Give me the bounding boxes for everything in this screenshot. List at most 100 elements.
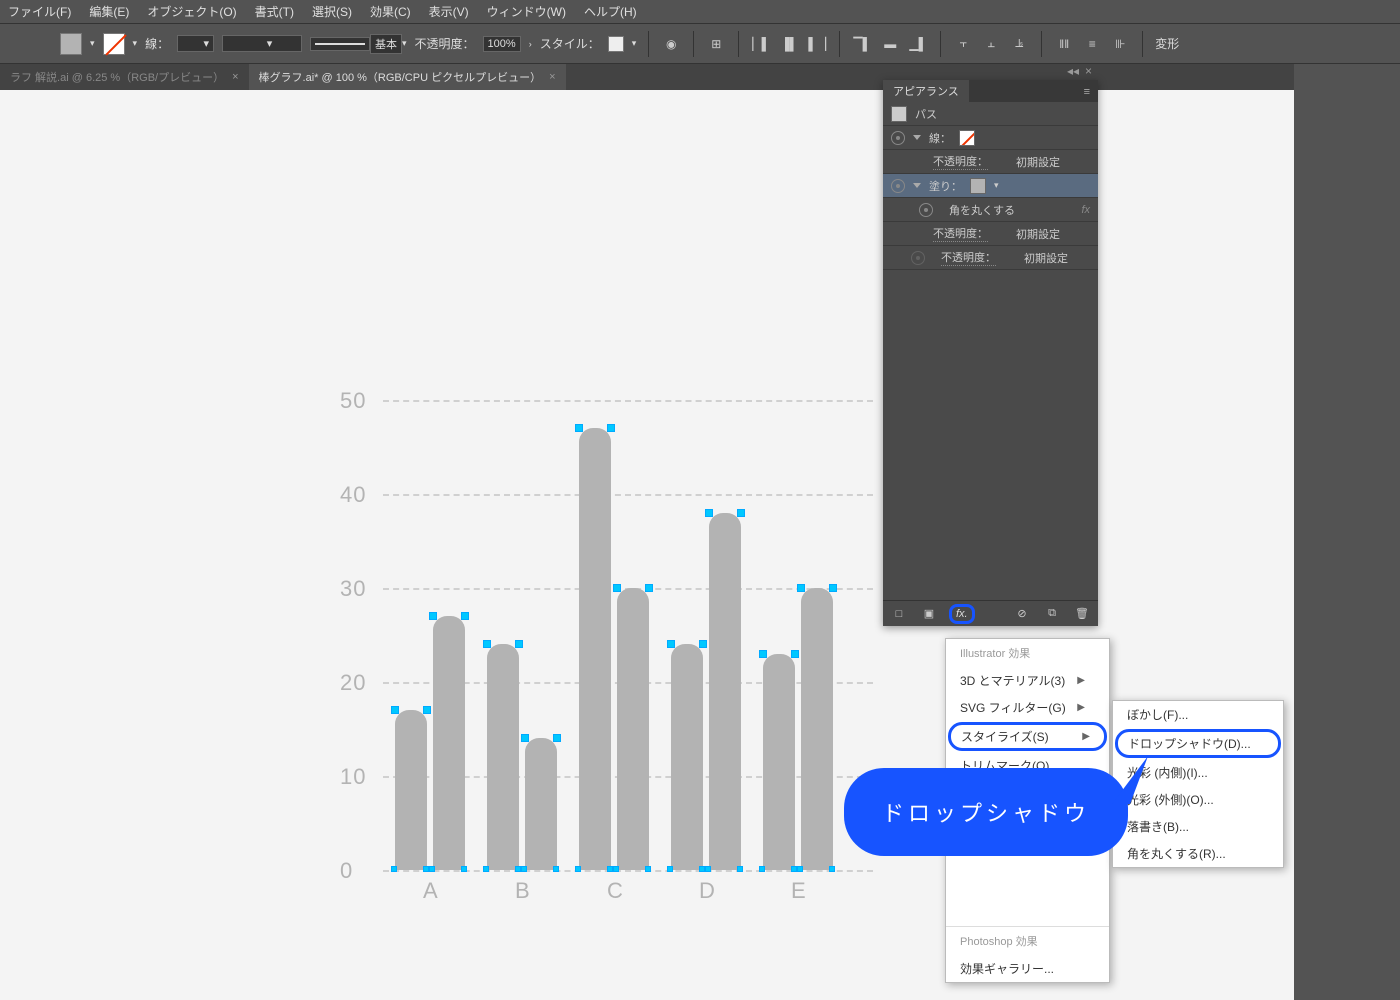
- appearance-stroke-row[interactable]: 線：: [883, 126, 1098, 150]
- submenu-round-corners[interactable]: 角を丸くする(R)...: [1113, 840, 1283, 867]
- visibility-icon[interactable]: [919, 203, 933, 217]
- visibility-icon[interactable]: [891, 179, 905, 193]
- stroke-swatch[interactable]: [103, 33, 125, 55]
- fill-color-swatch[interactable]: [970, 178, 986, 194]
- selection-handle[interactable]: [613, 866, 619, 872]
- chart-bar[interactable]: [487, 644, 519, 870]
- stroke-profile[interactable]: ▾: [222, 35, 302, 52]
- selection-handle[interactable]: [429, 866, 435, 872]
- menu-object[interactable]: オブジェクト(O): [147, 3, 236, 20]
- menu-effect[interactable]: 効果(C): [370, 3, 411, 20]
- selection-handle[interactable]: [391, 866, 397, 872]
- chart-bar[interactable]: [433, 616, 465, 870]
- align-right-icon[interactable]: ▌▕: [807, 34, 827, 54]
- collapse-icon[interactable]: ◂◂: [1067, 64, 1079, 78]
- menu-view[interactable]: 表示(V): [429, 3, 469, 20]
- panel-close-icon[interactable]: ×: [1085, 64, 1092, 78]
- chart-bar[interactable]: [395, 710, 427, 870]
- chart-bar[interactable]: [763, 654, 795, 870]
- distribute-v-icon[interactable]: ≡: [1082, 34, 1102, 54]
- transform-link[interactable]: 変形: [1155, 35, 1179, 52]
- menu-edit[interactable]: 編集(E): [89, 3, 129, 20]
- selection-handle[interactable]: [737, 866, 743, 872]
- clear-icon[interactable]: ⊘: [1012, 604, 1032, 624]
- gridline: [383, 400, 873, 402]
- chart-bar[interactable]: [579, 428, 611, 870]
- add-effect-button[interactable]: fx.: [949, 604, 975, 624]
- chart-bar[interactable]: [801, 588, 833, 870]
- selection-handle[interactable]: [797, 866, 803, 872]
- align-vcenter-icon[interactable]: ▬: [880, 34, 900, 54]
- fill-swatch[interactable]: [60, 33, 82, 55]
- menu-header-photoshop: Photoshop 効果: [946, 926, 1109, 955]
- chevron-down-icon[interactable]: [913, 183, 921, 188]
- selection-handle[interactable]: [667, 866, 673, 872]
- chevron-down-icon[interactable]: [913, 135, 921, 140]
- menu-help[interactable]: ヘルプ(H): [584, 3, 637, 20]
- y-tick-label: 10: [340, 764, 366, 790]
- menu-header-illustrator: Illustrator 効果: [946, 639, 1109, 667]
- menu-select[interactable]: 選択(S): [312, 3, 352, 20]
- stroke-weight[interactable]: ▾: [177, 35, 214, 52]
- selection-handle[interactable]: [829, 866, 835, 872]
- tab-doc2[interactable]: 棒グラフ.ai* @ 100 %（RGB/CPU ピクセルプレビュー）×: [249, 64, 566, 90]
- new-fill-icon[interactable]: ▣: [919, 604, 939, 624]
- submenu-blur[interactable]: ぼかし(F)...: [1113, 701, 1283, 728]
- distribute-icon-2[interactable]: ⫠: [981, 34, 1001, 54]
- tab-doc1[interactable]: ラフ 解説.ai @ 6.25 %（RGB/プレビュー）×: [0, 64, 249, 90]
- selection-handle[interactable]: [461, 866, 467, 872]
- appearance-opacity-row-1[interactable]: 不透明度： 初期設定: [883, 150, 1098, 174]
- selection-handle[interactable]: [759, 866, 765, 872]
- menu-file[interactable]: ファイル(F): [8, 3, 71, 20]
- visibility-icon[interactable]: [911, 251, 925, 265]
- trash-icon[interactable]: 🗑: [1072, 604, 1092, 624]
- opacity-value[interactable]: 100%: [483, 36, 521, 52]
- appearance-fill-row[interactable]: 塗り： ▾: [883, 174, 1098, 198]
- selection-handle[interactable]: [645, 866, 651, 872]
- align-hcenter-icon[interactable]: ▐▌: [779, 34, 799, 54]
- appearance-tab[interactable]: アピアランス: [883, 80, 969, 102]
- selection-handle[interactable]: [705, 866, 711, 872]
- submenu-drop-shadow[interactable]: ドロップシャドウ(D)...: [1115, 729, 1281, 758]
- stroke-color-swatch[interactable]: [959, 130, 975, 146]
- chart-bar[interactable]: [671, 644, 703, 870]
- appearance-round-row[interactable]: 角を丸くする fx: [883, 198, 1098, 222]
- y-tick-label: 0: [340, 858, 353, 884]
- stylize-submenu: ぼかし(F)... ドロップシャドウ(D)... 光彩 (内側)(I)... 光…: [1112, 700, 1284, 868]
- align-top-icon[interactable]: ▔▌: [852, 34, 872, 54]
- align-left-icon[interactable]: ▏▌: [751, 34, 771, 54]
- selection-handle[interactable]: [483, 866, 489, 872]
- distribute-icon-1[interactable]: ⫟: [953, 34, 973, 54]
- menu-window[interactable]: ウィンドウ(W): [487, 3, 566, 20]
- appearance-opacity-row-2[interactable]: 不透明度： 初期設定: [883, 222, 1098, 246]
- selection-handle[interactable]: [575, 866, 581, 872]
- panel-menu-icon[interactable]: ≡: [1076, 82, 1098, 102]
- align-bottom-icon[interactable]: ▁▌: [908, 34, 928, 54]
- align-icon-1[interactable]: ⊞: [706, 34, 726, 54]
- menu-3d-material[interactable]: 3D とマテリアル(3)▶: [946, 667, 1109, 694]
- new-stroke-icon[interactable]: □: [889, 604, 909, 624]
- chart-bar[interactable]: [709, 513, 741, 870]
- menu-effect-gallery[interactable]: 効果ギャラリー...: [946, 955, 1109, 982]
- selection-handle[interactable]: [521, 866, 527, 872]
- selection-handle[interactable]: [553, 866, 559, 872]
- brush-definition[interactable]: 基本▾: [310, 34, 407, 54]
- style-swatch[interactable]: [608, 36, 624, 52]
- menu-type[interactable]: 書式(T): [255, 3, 294, 20]
- recolor-icon[interactable]: ◉: [661, 34, 681, 54]
- close-icon[interactable]: ×: [232, 71, 238, 83]
- submenu-scribble[interactable]: 落書き(B)...: [1113, 813, 1283, 840]
- submenu-outer-glow[interactable]: 光彩 (外側)(O)...: [1113, 786, 1283, 813]
- close-icon[interactable]: ×: [549, 71, 555, 83]
- chart-bar[interactable]: [617, 588, 649, 870]
- chart-bar[interactable]: [525, 738, 557, 870]
- distribute-s-icon[interactable]: ⊪: [1110, 34, 1130, 54]
- distribute-h-icon[interactable]: ‖‖: [1054, 34, 1074, 54]
- document-tabs: ラフ 解説.ai @ 6.25 %（RGB/プレビュー）× 棒グラフ.ai* @…: [0, 64, 1400, 90]
- menu-svg-filter[interactable]: SVG フィルター(G)▶: [946, 694, 1109, 721]
- appearance-opacity-row-3[interactable]: 不透明度： 初期設定: [883, 246, 1098, 270]
- visibility-icon[interactable]: [891, 131, 905, 145]
- menu-stylize[interactable]: スタイライズ(S)▶: [948, 722, 1107, 751]
- duplicate-icon[interactable]: ⧉: [1042, 604, 1062, 624]
- distribute-icon-3[interactable]: ⫡: [1009, 34, 1029, 54]
